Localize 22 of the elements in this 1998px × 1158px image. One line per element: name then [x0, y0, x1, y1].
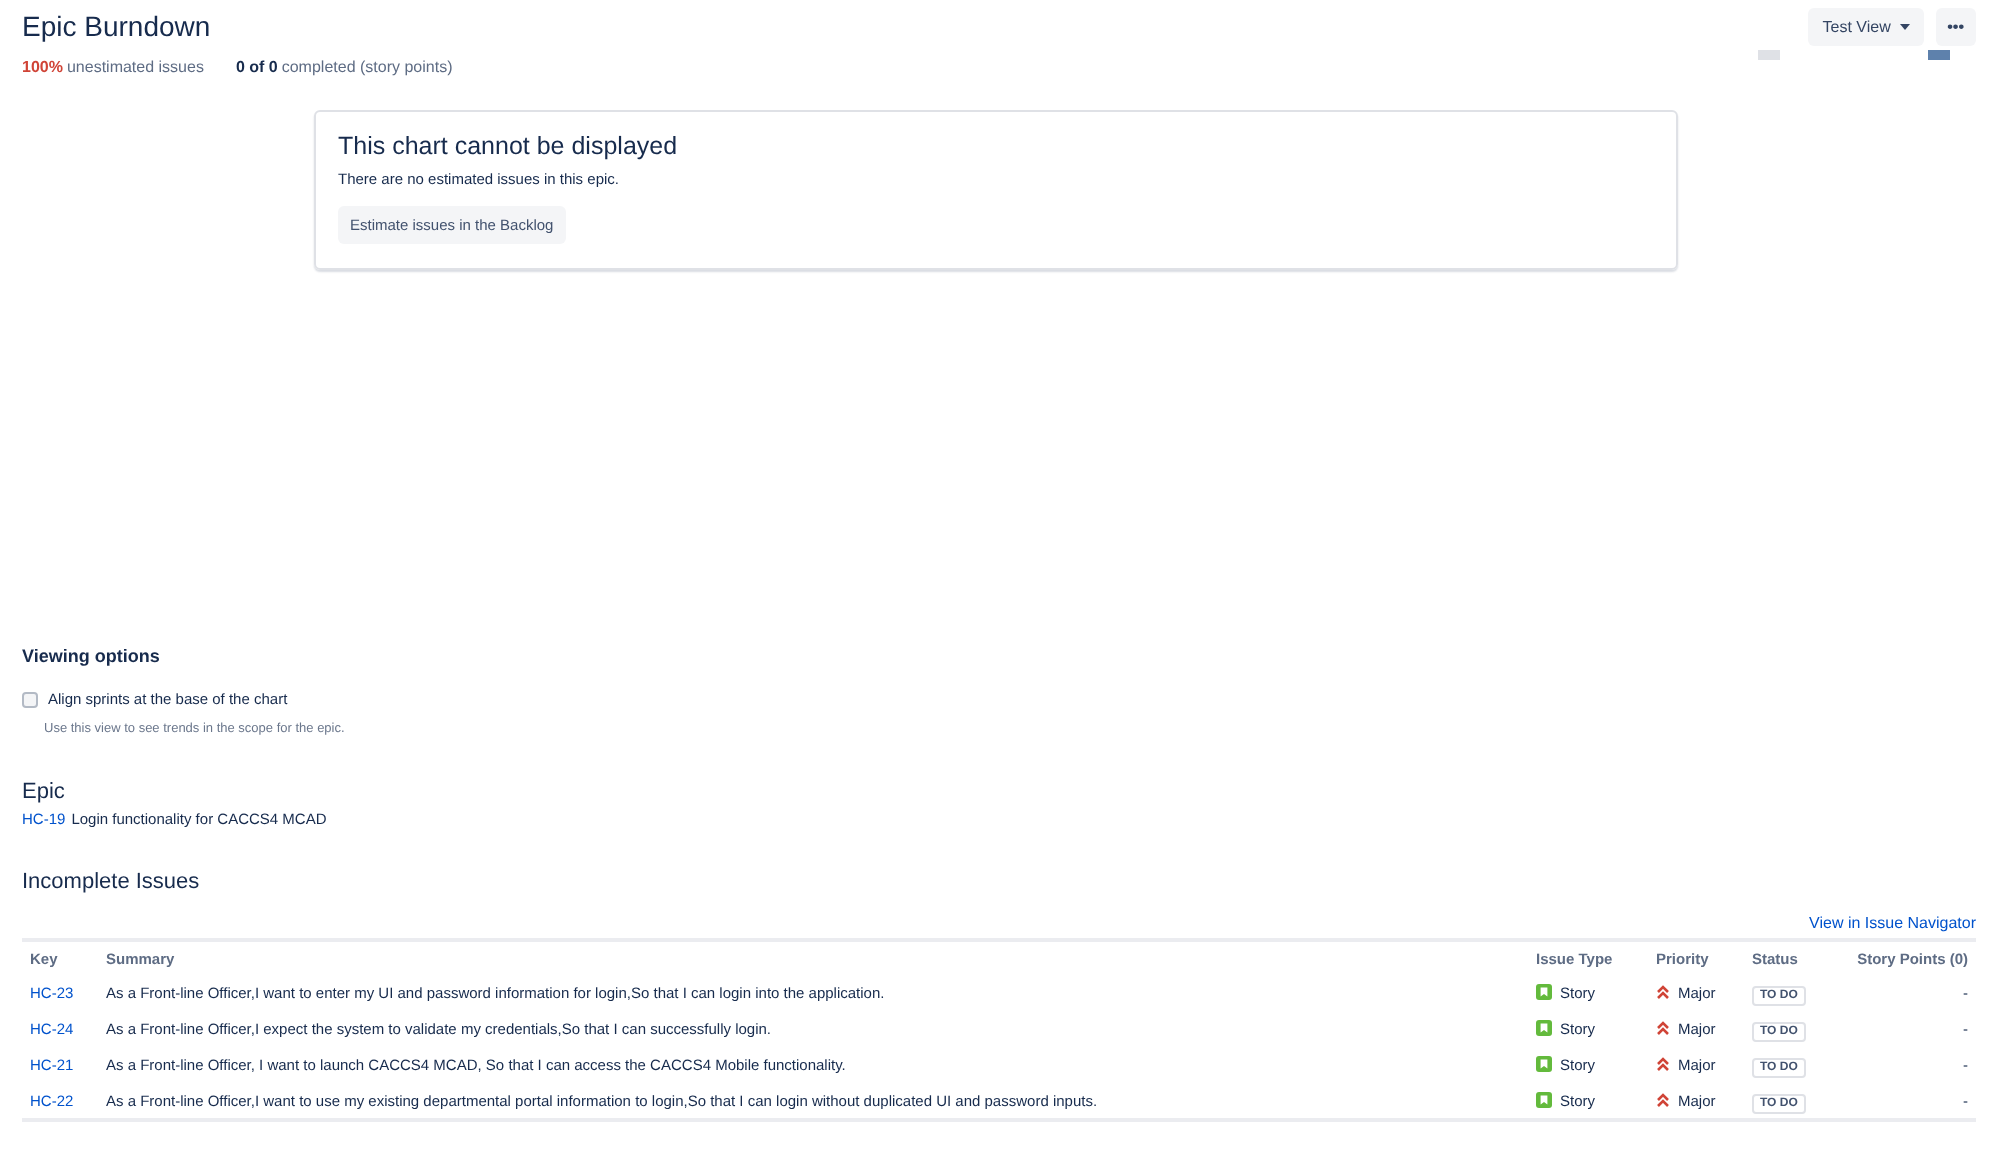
- story-icon: [1536, 1020, 1552, 1036]
- page-title: Epic Burndown: [22, 9, 211, 41]
- message-title: This chart cannot be displayed: [338, 132, 680, 160]
- stat-value: 100%: [22, 58, 63, 80]
- story-icon: [1536, 1092, 1552, 1108]
- priority-arrow-icon: [1656, 1056, 1670, 1072]
- priority-arrow-icon: [1656, 1020, 1670, 1036]
- issue-navigator-link[interactable]: View in Issue Navigator: [1809, 914, 1976, 932]
- checkbox[interactable]: [22, 691, 38, 707]
- section-title: Incomplete Issues: [22, 870, 202, 894]
- section-title: Viewing options: [22, 646, 162, 666]
- story-icon: [1536, 1056, 1552, 1072]
- stat-label: completed (story points): [281, 58, 453, 80]
- priority-arrow-icon: [1656, 984, 1670, 1000]
- more-button[interactable]: •••: [1935, 8, 1976, 46]
- priority-arrow-icon: [1656, 1092, 1670, 1108]
- story-icon: [1536, 984, 1552, 1000]
- stat-value: 0 of 0: [235, 58, 278, 80]
- section-title: Epic: [22, 780, 67, 804]
- view-dropdown[interactable]: Test View: [1808, 8, 1924, 46]
- caret-icon: [1899, 24, 1910, 31]
- stat-label: unestimated issues: [66, 58, 204, 80]
